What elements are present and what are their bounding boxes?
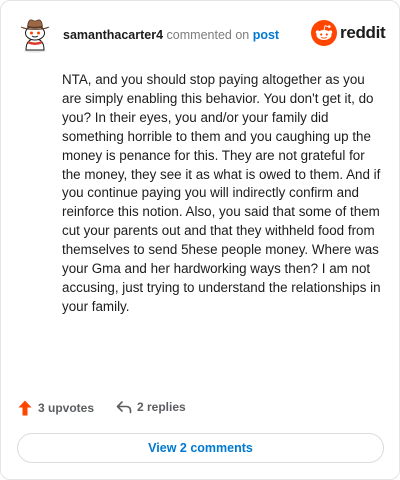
comment-card: samanthacarter4 commented on post reddit… — [0, 0, 400, 480]
snoo-avatar-icon — [20, 19, 50, 53]
action-text: commented on — [163, 28, 253, 42]
replies-button[interactable]: 2 replies — [116, 400, 186, 414]
upvote-button[interactable]: 3 upvotes — [18, 400, 94, 416]
view-comments-button[interactable]: View 2 comments — [17, 433, 384, 463]
upvote-arrow-icon — [18, 400, 32, 416]
post-link[interactable]: post — [253, 28, 279, 42]
comment-body: NTA, and you should stop paying altogeth… — [62, 72, 381, 314]
reddit-wordmark: reddit — [340, 23, 386, 42]
comment-header: samanthacarter4 commented on post reddit — [17, 15, 386, 55]
username-link[interactable]: samanthacarter4 — [63, 28, 163, 42]
reddit-logo[interactable]: reddit — [311, 20, 386, 46]
comment-actions: 3 upvotes 2 replies — [18, 399, 383, 419]
reddit-alien-icon — [311, 20, 337, 46]
author-line: samanthacarter4 commented on post — [63, 28, 279, 42]
reply-arrow-icon — [116, 401, 132, 414]
avatar[interactable] — [17, 15, 53, 53]
upvote-count: 3 upvotes — [38, 401, 95, 415]
replies-count: 2 replies — [137, 400, 186, 414]
